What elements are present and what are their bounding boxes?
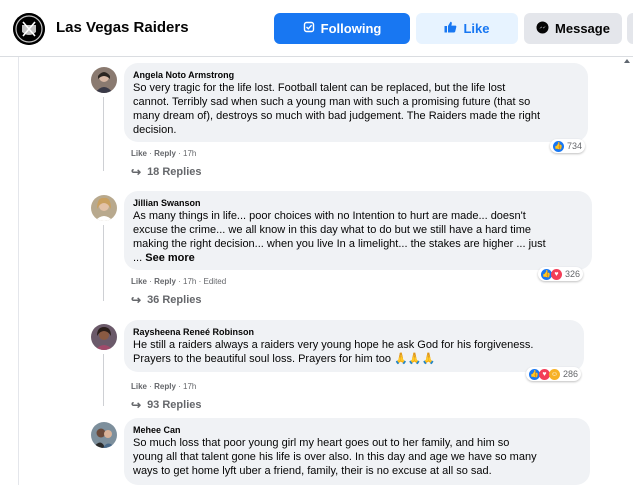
like-link[interactable]: Like (131, 382, 147, 391)
comment-time[interactable]: 17h (183, 149, 196, 158)
reaction-count[interactable]: 👍 ♥ ☺ 286 (526, 367, 582, 381)
reply-arrow-icon: ↪ (131, 165, 142, 179)
more-options-button[interactable] (627, 13, 633, 44)
following-label: Following (320, 21, 382, 36)
page-title[interactable]: Las Vegas Raiders (56, 19, 189, 36)
replies-count: 18 Replies (147, 166, 202, 178)
like-reaction-icon: 👍 (553, 140, 564, 152)
comment-text: As many things in life... poor choices w… (133, 209, 583, 265)
messenger-icon (536, 21, 549, 37)
like-link[interactable]: Like (131, 149, 147, 158)
comment-text-content: As many things in life... poor choices w… (133, 210, 546, 264)
comment-author[interactable]: Raysheena Reneé Robinson (133, 326, 575, 338)
like-label: Like (463, 21, 490, 36)
edited-label: Edited (203, 277, 227, 286)
reaction-count-value: 286 (563, 369, 579, 379)
view-replies-link[interactable]: ↪ 18 Replies (131, 165, 201, 179)
reply-link[interactable]: Reply (154, 149, 176, 158)
comment-bubble: Raysheena Reneé Robinson He still a raid… (124, 320, 584, 372)
avatar[interactable] (91, 195, 117, 221)
comment-text: So much loss that poor young girl my hea… (133, 437, 537, 477)
message-label: Message (555, 21, 610, 36)
comment-actions: Like · Reply · 17h (131, 382, 197, 391)
comment-bubble: Angela Noto Armstrong So very tragic for… (124, 63, 588, 142)
comment-time[interactable]: 17h (183, 382, 196, 391)
reply-arrow-icon: ↪ (131, 398, 142, 412)
thumbs-up-icon (444, 21, 457, 36)
thread-line (103, 225, 104, 301)
comment-author[interactable]: Mehee Can (133, 424, 581, 436)
comments-feed: Angela Noto Armstrong So very tragic for… (0, 57, 633, 485)
thread-line (103, 354, 104, 406)
comment-text: So very tragic for the life lost. Footba… (133, 82, 540, 136)
thread-line (103, 97, 104, 171)
comment-time[interactable]: 17h (183, 277, 196, 286)
divider (18, 57, 19, 485)
comment: Raysheena Reneé Robinson He still a raid… (91, 320, 631, 420)
haha-reaction-icon: ☺ (549, 368, 560, 380)
view-replies-link[interactable]: ↪ 36 Replies (131, 293, 201, 307)
comment: Angela Noto Armstrong So very tragic for… (91, 63, 631, 187)
reaction-count-value: 734 (567, 141, 583, 151)
reply-link[interactable]: Reply (154, 277, 176, 286)
avatar[interactable] (91, 67, 117, 93)
love-reaction-icon: ♥ (551, 268, 562, 280)
comment-author[interactable]: Angela Noto Armstrong (133, 69, 579, 81)
comment: Mehee Can So much loss that poor young g… (91, 418, 631, 485)
reaction-count-value: 326 (565, 269, 581, 279)
following-icon (303, 21, 315, 36)
page-header: Las Vegas Raiders Following Like Message (0, 0, 633, 57)
reply-arrow-icon: ↪ (131, 293, 142, 307)
reaction-count[interactable]: 👍 734 (550, 139, 586, 153)
like-link[interactable]: Like (131, 277, 147, 286)
reply-link[interactable]: Reply (154, 382, 176, 391)
replies-count: 36 Replies (147, 294, 202, 306)
like-page-button[interactable]: Like (416, 13, 518, 44)
following-button[interactable]: Following (274, 13, 410, 44)
page-avatar[interactable] (13, 13, 45, 45)
message-button[interactable]: Message (524, 13, 622, 44)
reaction-count[interactable]: 👍 ♥ 326 (538, 267, 584, 281)
view-replies-link[interactable]: ↪ 93 Replies (131, 398, 201, 412)
replies-count: 93 Replies (147, 399, 202, 411)
see-more-link[interactable]: See more (145, 252, 195, 264)
comment-author[interactable]: Jillian Swanson (133, 197, 583, 209)
comment-bubble: Jillian Swanson As many things in life..… (124, 191, 592, 270)
avatar[interactable] (91, 422, 117, 448)
comment-actions: Like · Reply · 17h (131, 149, 197, 158)
comment-actions: Like · Reply · 17h · Edited (131, 277, 227, 286)
comment-text: He still a raiders always a raiders very… (133, 339, 534, 365)
avatar[interactable] (91, 324, 117, 350)
comment: Jillian Swanson As many things in life..… (91, 191, 631, 315)
comment-bubble: Mehee Can So much loss that poor young g… (124, 418, 590, 485)
